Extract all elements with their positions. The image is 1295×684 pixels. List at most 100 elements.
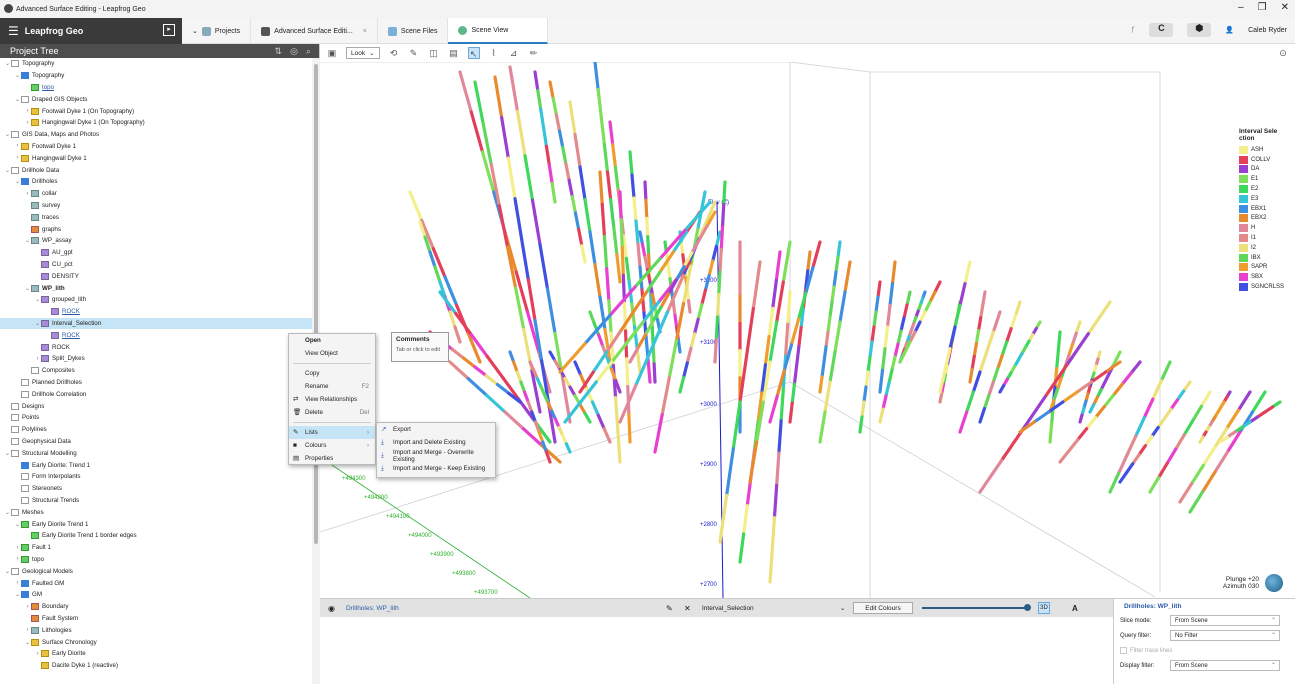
tab-scene-files[interactable]: Scene Files (378, 18, 449, 44)
tree-item[interactable]: › Hangingwall Dyke 1 (0, 152, 312, 164)
chevron-down-icon[interactable]: ⌄ (24, 285, 31, 292)
chevron-right-icon[interactable]: › (34, 651, 41, 657)
ruler-icon[interactable]: ⊿ (508, 47, 520, 59)
menu-item-lists[interactable]: ✎ Lists › (289, 426, 375, 439)
tree-item[interactable]: ROCK (0, 329, 312, 341)
tree-item[interactable]: DENSITY (0, 270, 312, 282)
tab-scene-view[interactable]: Scene View (448, 18, 549, 44)
chevron-down-icon[interactable]: ⌄ (4, 167, 11, 174)
screenshot-icon[interactable]: ⊙ (1277, 47, 1289, 59)
tree-item[interactable]: › Boundary (0, 601, 312, 613)
tree-item[interactable]: ⌄ Structural Modelling (0, 447, 312, 459)
tree-item[interactable]: Points (0, 412, 312, 424)
filter-icon[interactable]: ◎ (290, 46, 298, 57)
scene-view[interactable]: +3200+3100+3000+2900+2800+2700Elev (Z)+4… (320, 62, 1295, 598)
menu-item-properties[interactable]: ▤ Properties (289, 452, 375, 465)
chevron-right-icon[interactable]: › (24, 604, 31, 610)
globe-icon[interactable] (1265, 574, 1283, 592)
scene-canvas[interactable]: +3200+3100+3000+2900+2800+2700Elev (Z)+4… (320, 62, 1295, 598)
chevron-down-icon[interactable]: ⌄ (14, 591, 21, 598)
chevron-down-icon[interactable]: ⌄ (14, 72, 21, 79)
visibility-eye-icon[interactable]: ◉ (328, 604, 335, 613)
user-icon[interactable]: 👤 (1225, 26, 1234, 34)
tree-item[interactable]: ⌄ GIS Data, Maps and Photos (0, 129, 312, 141)
tree-item[interactable]: ⌄ Surface Chronology (0, 636, 312, 648)
maximize-button[interactable]: ❐ (1258, 2, 1267, 13)
remove-icon[interactable]: ✕ (684, 604, 691, 613)
chevron-down-icon[interactable]: ⌄ (4, 509, 11, 516)
chevron-down-icon[interactable]: ⌄ (4, 131, 11, 138)
tree-item[interactable]: ⌄ Geological Models (0, 565, 312, 577)
tree-item[interactable]: › Faulted GM (0, 577, 312, 589)
close-button[interactable]: ✕ (1281, 2, 1289, 13)
slider-knob[interactable] (1024, 604, 1031, 611)
colouring-dropdown[interactable]: Interval_Selection (702, 605, 754, 612)
chevron-right-icon[interactable]: › (14, 143, 21, 149)
tree-item[interactable]: › topo (0, 554, 312, 566)
tree-item[interactable]: Planned Drillholes (0, 377, 312, 389)
display-filter-select[interactable]: From Scene (1170, 659, 1280, 671)
chevron-down-icon[interactable]: ⌄ (840, 604, 845, 612)
tree-item[interactable]: Dacite Dyke 1 (reactive) (0, 660, 312, 672)
tree-item[interactable]: Geophysical Data (0, 436, 312, 448)
tree-item[interactable]: › Footwall Dyke 1 (0, 141, 312, 153)
text-label-icon[interactable]: A (1072, 604, 1078, 613)
tree-item[interactable]: Drillhole Correlation (0, 388, 312, 400)
tree-item[interactable]: ⌄ Drillhole Data (0, 164, 312, 176)
tree-item[interactable]: topo (0, 82, 312, 94)
tree-item[interactable]: › Fault 1 (0, 542, 312, 554)
chevron-down-icon[interactable]: ⌄ (14, 96, 21, 103)
scene-settings-icon[interactable]: ▣ (326, 47, 338, 59)
chevron-down-icon[interactable]: ⌄ (34, 320, 41, 327)
tree-item[interactable]: › collar (0, 188, 312, 200)
chevron-right-icon[interactable]: › (14, 580, 21, 586)
branch-icon[interactable]: ᚴ (1131, 27, 1135, 34)
sort-icon[interactable]: ⇅ (275, 46, 283, 57)
user-name[interactable]: Caleb Ryder (1248, 27, 1287, 34)
menu-item-view-relationships[interactable]: ⇄ View Relationships (289, 393, 375, 406)
tree-item[interactable]: Polylines (0, 424, 312, 436)
chevron-right-icon[interactable]: › (34, 356, 41, 362)
edit-pencil-icon[interactable]: ✎ (666, 604, 673, 613)
chevron-right-icon[interactable]: › (24, 120, 31, 126)
chevron-right-icon[interactable]: › (14, 556, 21, 562)
chevron-down-icon[interactable]: ⌄ (14, 178, 21, 185)
tree-item[interactable]: › Split_Dykes (0, 353, 312, 365)
chevron-down-icon[interactable]: ⌄ (4, 568, 11, 575)
filter-trace-checkbox[interactable] (1120, 647, 1127, 654)
chevron-right-icon[interactable]: › (14, 545, 21, 551)
slice-mode-select[interactable]: From Scene (1170, 614, 1280, 626)
tree-item[interactable]: ⌄ WP_assay (0, 235, 312, 247)
shape-row[interactable]: ◉ Drillholes: WP_lith ✎ ✕ Interval_Selec… (320, 599, 1113, 617)
opacity-slider[interactable] (922, 607, 1030, 609)
tree-item[interactable]: › Hangingwall Dyke 1 (On Topography) (0, 117, 312, 129)
tree-item[interactable]: graphs (0, 223, 312, 235)
menu-item-delete[interactable]: 🗑 Delete Del (289, 406, 375, 419)
draw-icon[interactable]: ✎ (408, 47, 420, 59)
tree-item[interactable]: ⌄ Meshes (0, 506, 312, 518)
tree-item[interactable]: › Early Diorite (0, 648, 312, 660)
tree-item[interactable]: ⌄ WP_lith (0, 282, 312, 294)
submenu-item[interactable]: ⤓ Import and Merge - Keep Existing (377, 462, 495, 475)
tree-item[interactable]: ROCK (0, 341, 312, 353)
polyline-icon[interactable]: ⌇ (488, 47, 500, 59)
look-dropdown[interactable]: Look ⌄ (346, 47, 380, 59)
select-icon[interactable]: ↖ (467, 47, 480, 59)
tab-advanced-surface[interactable]: Advanced Surface Editi... × (251, 18, 378, 44)
scrollbar-thumb[interactable] (314, 64, 318, 544)
edit-colours-button[interactable]: Edit Colours (853, 602, 913, 614)
submenu-item[interactable]: ⤓ Import and Merge - Overwrite Existing (377, 449, 495, 463)
tree-item[interactable]: Form Interpolants (0, 471, 312, 483)
tree-item[interactable]: ⌄ Topography (0, 58, 312, 70)
submenu-item[interactable]: ⤓ Import and Delete Existing (377, 436, 495, 449)
comments-tooltip[interactable]: Comments Tab or click to edit (391, 332, 449, 362)
hex-icon[interactable]: ⬢ (1187, 23, 1212, 37)
box-icon[interactable]: ▤ (448, 47, 460, 59)
tree-item[interactable]: traces (0, 211, 312, 223)
minimize-button[interactable]: – (1238, 2, 1244, 13)
chevron-down-icon[interactable]: ⌄ (4, 60, 11, 67)
tree-item[interactable]: ⌄ Draped GIS Objects (0, 93, 312, 105)
tab-close-icon[interactable]: × (363, 28, 367, 35)
play-button[interactable]: ▸ (163, 24, 175, 36)
tree-item[interactable]: ⌄ GM (0, 589, 312, 601)
